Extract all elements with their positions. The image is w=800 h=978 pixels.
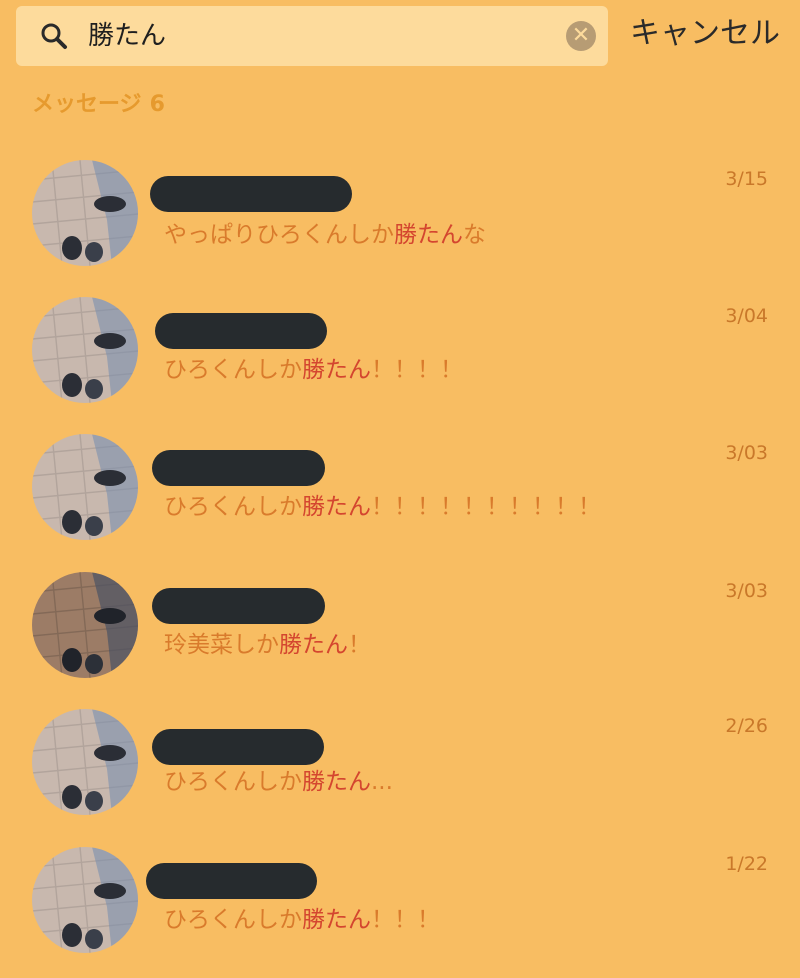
message-preview: 玲美菜しか勝たん！ — [164, 632, 371, 658]
avatar — [32, 572, 138, 678]
list-item[interactable]: ひろくんしか勝たん！！！！！！！！！！ 3/03 — [0, 432, 800, 552]
message-date: 3/04 — [725, 305, 768, 327]
avatar — [32, 709, 138, 815]
section-count: 6 — [149, 92, 165, 117]
search-bar[interactable]: 勝たん ✕ — [16, 6, 608, 66]
redacted-name — [150, 176, 352, 212]
message-preview: ひろくんしか勝たん！！！！！！！！！！ — [164, 494, 601, 520]
section-label: メッセージ — [32, 92, 142, 117]
message-date: 1/22 — [725, 853, 768, 875]
message-preview: ひろくんしか勝たん！！！！ — [164, 357, 463, 383]
message-date: 3/03 — [725, 580, 768, 602]
clear-icon[interactable]: ✕ — [566, 21, 596, 51]
redacted-name — [155, 313, 327, 349]
search-input[interactable]: 勝たん — [88, 20, 166, 52]
message-preview: ひろくんしか勝たん！！！ — [164, 907, 440, 933]
list-item[interactable]: ひろくんしか勝たん... 2/26 — [0, 707, 800, 827]
list-item[interactable]: ひろくんしか勝たん！！！！ 3/04 — [0, 295, 800, 415]
redacted-name — [152, 729, 324, 765]
redacted-name — [152, 450, 325, 486]
list-item[interactable]: 玲美菜しか勝たん！ 3/03 — [0, 570, 800, 690]
avatar — [32, 847, 138, 953]
search-icon — [41, 23, 67, 49]
list-item[interactable]: やっぱりひろくんしか勝たんな 3/15 — [0, 158, 800, 278]
cancel-button[interactable]: キャンセル — [630, 14, 780, 54]
redacted-name — [152, 588, 325, 624]
message-date: 2/26 — [725, 715, 768, 737]
redacted-name — [146, 863, 317, 899]
message-preview: やっぱりひろくんしか勝たんな — [164, 222, 486, 248]
message-date: 3/15 — [725, 168, 768, 190]
message-preview: ひろくんしか勝たん... — [164, 769, 393, 795]
message-date: 3/03 — [725, 442, 768, 464]
avatar — [32, 297, 138, 403]
avatar — [32, 434, 138, 540]
section-header: メッセージ 6 — [32, 86, 165, 118]
avatar — [32, 160, 138, 266]
list-item[interactable]: ひろくんしか勝たん！！！ 1/22 — [0, 845, 800, 965]
